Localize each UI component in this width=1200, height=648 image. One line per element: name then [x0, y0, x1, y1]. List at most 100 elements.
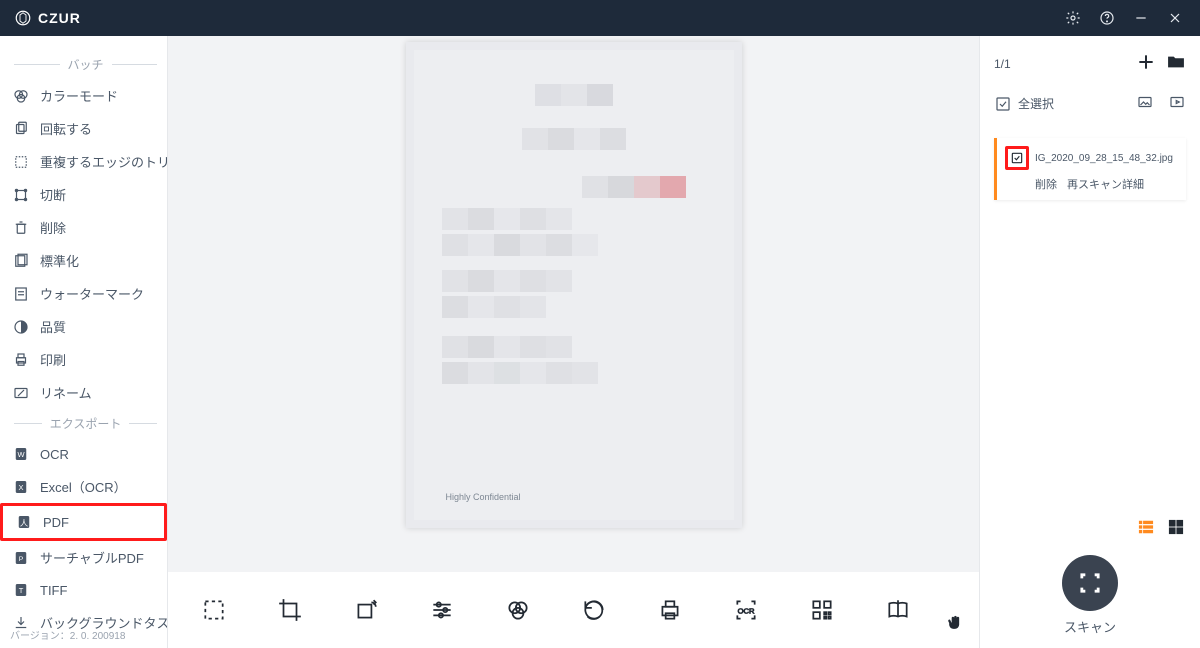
svg-text:P: P	[19, 556, 24, 563]
check-icon	[1010, 151, 1024, 165]
page-counter: 1/1	[994, 57, 1011, 71]
select-all-checkbox[interactable]: 全選択	[994, 95, 1054, 113]
sidebar-item-color-mode[interactable]: カラーモード	[0, 79, 167, 112]
searchable-pdf-icon: P	[12, 549, 30, 567]
watermark-icon	[12, 285, 30, 303]
hand-tool[interactable]	[945, 613, 965, 638]
sidebar-item-trim-edges[interactable]: 重複するエッジのトリミング	[0, 145, 167, 178]
section-header-batch: バッチ	[0, 50, 167, 79]
hand-icon	[945, 613, 965, 633]
image-view-button[interactable]	[1136, 93, 1154, 114]
center-panel: Highly Confidential OCR	[168, 36, 980, 648]
sidebar-item-label: 重複するエッジのトリミング	[40, 152, 167, 171]
sidebar-item-print[interactable]: 印刷	[0, 343, 167, 376]
rotate-icon	[12, 120, 30, 138]
svg-text:T: T	[19, 586, 24, 595]
bottom-toolbar: OCR	[168, 572, 979, 648]
sidebar-item-label: サーチャブルPDF	[40, 548, 144, 567]
excel-icon: X	[12, 478, 30, 496]
undo-icon	[581, 597, 607, 623]
sidebar-item-rotate[interactable]: 回転する	[0, 112, 167, 145]
minimize-icon	[1133, 10, 1149, 26]
svg-text:OCR: OCR	[738, 606, 755, 615]
tool-undo[interactable]	[576, 592, 612, 628]
sidebar-item-label: カラーモード	[40, 86, 118, 105]
tool-select[interactable]	[196, 592, 232, 628]
tool-print[interactable]	[652, 592, 688, 628]
sidebar-item-label: TIFF	[40, 583, 67, 598]
book-icon	[885, 597, 911, 623]
help-icon	[1099, 10, 1115, 26]
tool-ocr[interactable]: OCR	[728, 592, 764, 628]
section-header-batch-label: バッチ	[68, 56, 104, 73]
section-header-export: エクスポート	[0, 409, 167, 438]
close-button[interactable]	[1158, 0, 1192, 36]
sidebar-item-ocr[interactable]: W OCR	[0, 438, 167, 470]
sidebar-item-delete[interactable]: 削除	[0, 211, 167, 244]
crop-tool-icon	[277, 597, 303, 623]
word-icon: W	[12, 445, 30, 463]
tool-crop[interactable]	[272, 592, 308, 628]
sidebar: バッチ カラーモード 回転する 重複するエッジのトリミング 切断 削除 標準化	[0, 36, 168, 648]
add-button[interactable]	[1136, 52, 1156, 75]
help-button[interactable]	[1090, 0, 1124, 36]
canvas-area: Highly Confidential	[168, 36, 979, 572]
sidebar-item-tiff[interactable]: T TIFF	[0, 574, 167, 606]
sliders-icon	[429, 597, 455, 623]
app-logo: CZUR	[14, 9, 81, 27]
tool-qrcode[interactable]	[804, 592, 840, 628]
trim-icon	[12, 153, 30, 171]
plus-icon	[1136, 52, 1156, 72]
list-view-button[interactable]	[1136, 517, 1156, 537]
tool-color[interactable]	[500, 592, 536, 628]
scan-button[interactable]	[1062, 555, 1118, 611]
qrcode-icon	[809, 597, 835, 623]
document-preview[interactable]: Highly Confidential	[406, 42, 742, 528]
right-panel: 1/1 全選択 IG_2020_09_28_15_48_32.jpg 削除 再ス	[980, 36, 1200, 648]
sidebar-item-rename[interactable]: リネーム	[0, 376, 167, 409]
crop-icon	[12, 186, 30, 204]
thumbnail-delete[interactable]: 削除	[1035, 176, 1057, 192]
sidebar-item-label: Excel（OCR）	[40, 477, 127, 496]
thumbnail-card[interactable]: IG_2020_09_28_15_48_32.jpg 削除 再スキャン詳細	[994, 138, 1186, 200]
select-icon	[201, 597, 227, 623]
sidebar-item-watermark[interactable]: ウォーターマーク	[0, 277, 167, 310]
scan-icon	[1076, 569, 1104, 597]
sidebar-item-excel-ocr[interactable]: X Excel（OCR）	[0, 470, 167, 503]
thumbnail-rescan[interactable]: 再スキャン詳細	[1067, 176, 1144, 192]
sidebar-item-label: ウォーターマーク	[40, 284, 144, 303]
settings-button[interactable]	[1056, 0, 1090, 36]
sidebar-item-searchable-pdf[interactable]: P サーチャブルPDF	[0, 541, 167, 574]
folder-button[interactable]	[1166, 52, 1186, 75]
sidebar-item-crop[interactable]: 切断	[0, 178, 167, 211]
rename-icon	[12, 384, 30, 402]
sidebar-item-pdf[interactable]: 人 PDF	[0, 503, 167, 541]
sidebar-item-quality[interactable]: 品質	[0, 310, 167, 343]
view-toggle	[994, 517, 1186, 537]
thumbnail-filename: IG_2020_09_28_15_48_32.jpg	[1035, 153, 1173, 164]
sidebar-item-label: 削除	[40, 218, 66, 237]
gear-icon	[1065, 10, 1081, 26]
tool-adjust[interactable]	[424, 592, 460, 628]
section-header-export-label: エクスポート	[50, 415, 122, 432]
sidebar-item-standardize[interactable]: 標準化	[0, 244, 167, 277]
tool-rotate[interactable]	[348, 592, 384, 628]
color-tool-icon	[505, 597, 531, 623]
sidebar-item-label: OCR	[40, 447, 69, 462]
play-rect-icon	[1168, 93, 1186, 111]
tool-book[interactable]	[880, 592, 916, 628]
sidebar-item-label: リネーム	[40, 383, 92, 402]
sidebar-item-label: 品質	[40, 317, 66, 336]
slideshow-button[interactable]	[1168, 93, 1186, 114]
image-icon	[1136, 93, 1154, 111]
thumbnail-checkbox[interactable]	[1005, 146, 1029, 170]
print-tool-icon	[657, 597, 683, 623]
close-icon	[1167, 10, 1183, 26]
minimize-button[interactable]	[1124, 0, 1158, 36]
grid-view-button[interactable]	[1166, 517, 1186, 537]
scan-label: スキャン	[1064, 617, 1116, 636]
titlebar: CZUR	[0, 0, 1200, 36]
sidebar-item-label: 切断	[40, 185, 66, 204]
sidebar-item-label: 回転する	[40, 119, 92, 138]
sidebar-item-label: 印刷	[40, 350, 66, 369]
